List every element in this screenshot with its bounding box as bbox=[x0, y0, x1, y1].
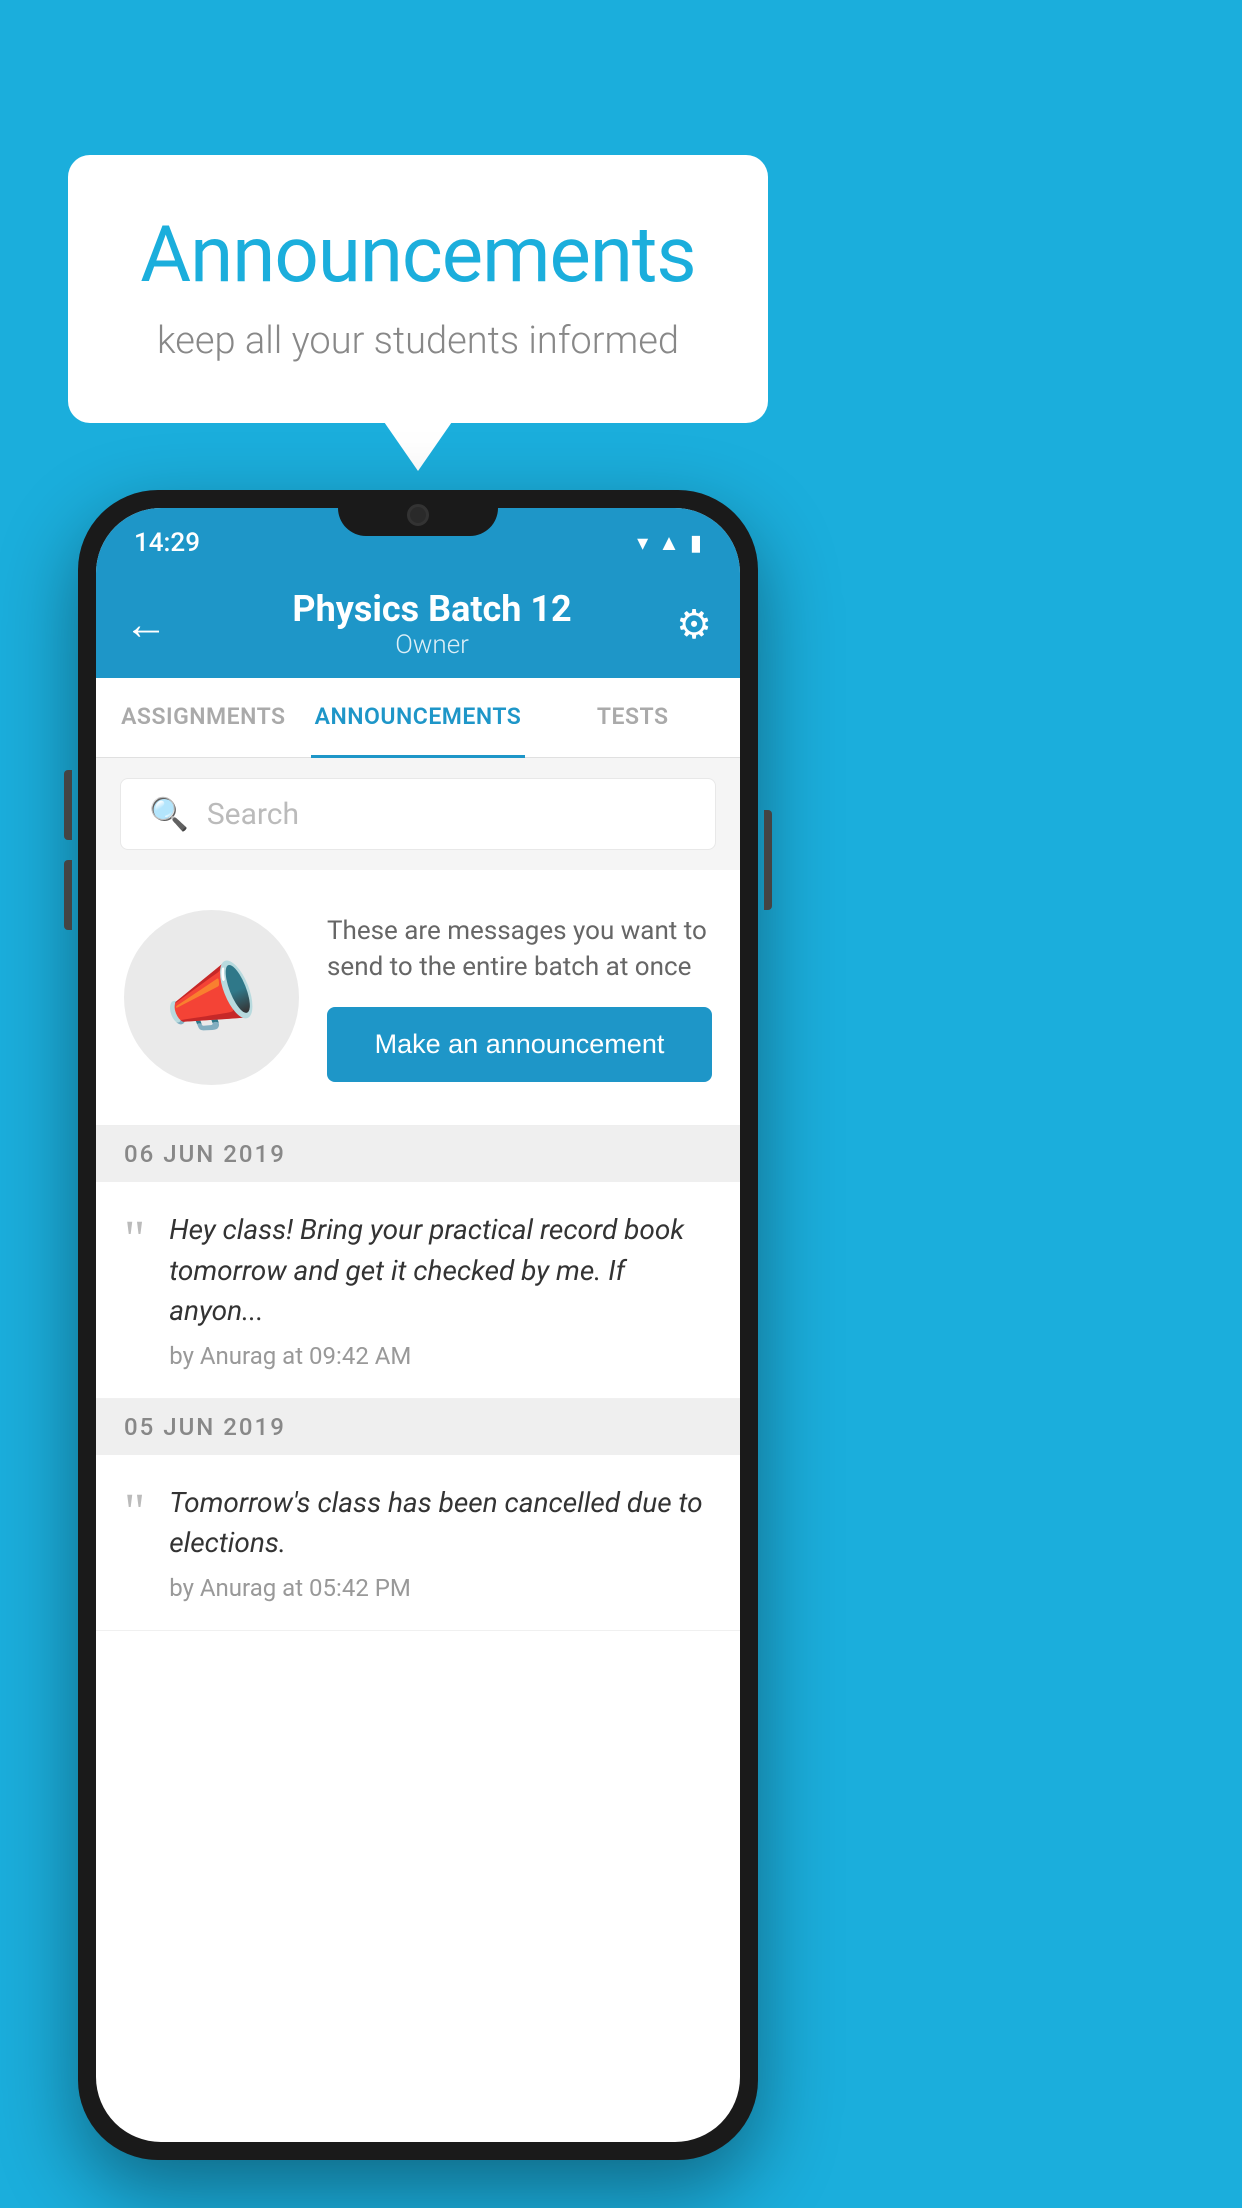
tab-tests[interactable]: TESTS bbox=[525, 678, 740, 758]
speech-bubble-title: Announcements bbox=[128, 210, 708, 301]
search-icon: 🔍 bbox=[149, 795, 189, 833]
announcement-meta-1: by Anurag at 09:42 AM bbox=[169, 1342, 712, 1370]
speech-bubble: Announcements keep all your students inf… bbox=[68, 155, 768, 423]
phone-notch bbox=[338, 490, 498, 536]
announcement-meta-2: by Anurag at 05:42 PM bbox=[169, 1574, 712, 1602]
phone-mockup: 14:29 ▾ ▲ ▮ ← Physics Batch 12 Owner ⚙ bbox=[78, 490, 758, 2160]
tabs-bar: ASSIGNMENTS ANNOUNCEMENTS TESTS bbox=[96, 678, 740, 758]
app-bar-title: Physics Batch 12 Owner bbox=[188, 588, 676, 660]
search-box[interactable]: 🔍 Search bbox=[120, 778, 716, 850]
signal-icon: ▲ bbox=[658, 530, 680, 556]
date-separator-2: 05 JUN 2019 bbox=[96, 1399, 740, 1455]
phone-screen: 14:29 ▾ ▲ ▮ ← Physics Batch 12 Owner ⚙ bbox=[96, 508, 740, 2142]
batch-role: Owner bbox=[188, 630, 676, 660]
announcement-content-1: Hey class! Bring your practical record b… bbox=[169, 1210, 712, 1370]
speech-bubble-wrapper: Announcements keep all your students inf… bbox=[68, 155, 768, 423]
app-bar: ← Physics Batch 12 Owner ⚙ bbox=[96, 570, 740, 678]
tab-announcements[interactable]: ANNOUNCEMENTS bbox=[311, 678, 526, 758]
volume-up-button bbox=[64, 770, 72, 840]
search-placeholder: Search bbox=[207, 797, 299, 832]
announcement-item-1[interactable]: " Hey class! Bring your practical record… bbox=[96, 1182, 740, 1399]
quote-icon-1: " bbox=[124, 1214, 145, 1266]
battery-icon: ▮ bbox=[690, 531, 702, 556]
status-icons: ▾ ▲ ▮ bbox=[637, 530, 702, 556]
front-camera bbox=[407, 504, 429, 526]
back-button[interactable]: ← bbox=[124, 598, 168, 650]
promo-right: These are messages you want to send to t… bbox=[327, 913, 712, 1083]
announcement-text-1: Hey class! Bring your practical record b… bbox=[169, 1210, 712, 1332]
speech-bubble-subtitle: keep all your students informed bbox=[128, 319, 708, 363]
power-button bbox=[764, 810, 772, 910]
batch-name: Physics Batch 12 bbox=[188, 588, 676, 630]
wifi-icon: ▾ bbox=[637, 531, 648, 556]
status-time: 14:29 bbox=[134, 528, 200, 558]
settings-icon[interactable]: ⚙ bbox=[676, 601, 712, 648]
promo-icon-circle: 📣 bbox=[124, 910, 299, 1085]
search-container: 🔍 Search bbox=[96, 758, 740, 870]
announcement-text-2: Tomorrow's class has been cancelled due … bbox=[169, 1483, 712, 1564]
promo-description: These are messages you want to send to t… bbox=[327, 913, 712, 986]
make-announcement-button[interactable]: Make an announcement bbox=[327, 1007, 712, 1082]
date-separator-1: 06 JUN 2019 bbox=[96, 1126, 740, 1182]
announcement-item-2[interactable]: " Tomorrow's class has been cancelled du… bbox=[96, 1455, 740, 1631]
phone-outer: 14:29 ▾ ▲ ▮ ← Physics Batch 12 Owner ⚙ bbox=[78, 490, 758, 2160]
megaphone-icon: 📣 bbox=[165, 954, 258, 1042]
promo-area: 📣 These are messages you want to send to… bbox=[96, 870, 740, 1126]
announcement-content-2: Tomorrow's class has been cancelled due … bbox=[169, 1483, 712, 1602]
tab-assignments[interactable]: ASSIGNMENTS bbox=[96, 678, 311, 758]
quote-icon-2: " bbox=[124, 1487, 145, 1539]
volume-down-button bbox=[64, 860, 72, 930]
